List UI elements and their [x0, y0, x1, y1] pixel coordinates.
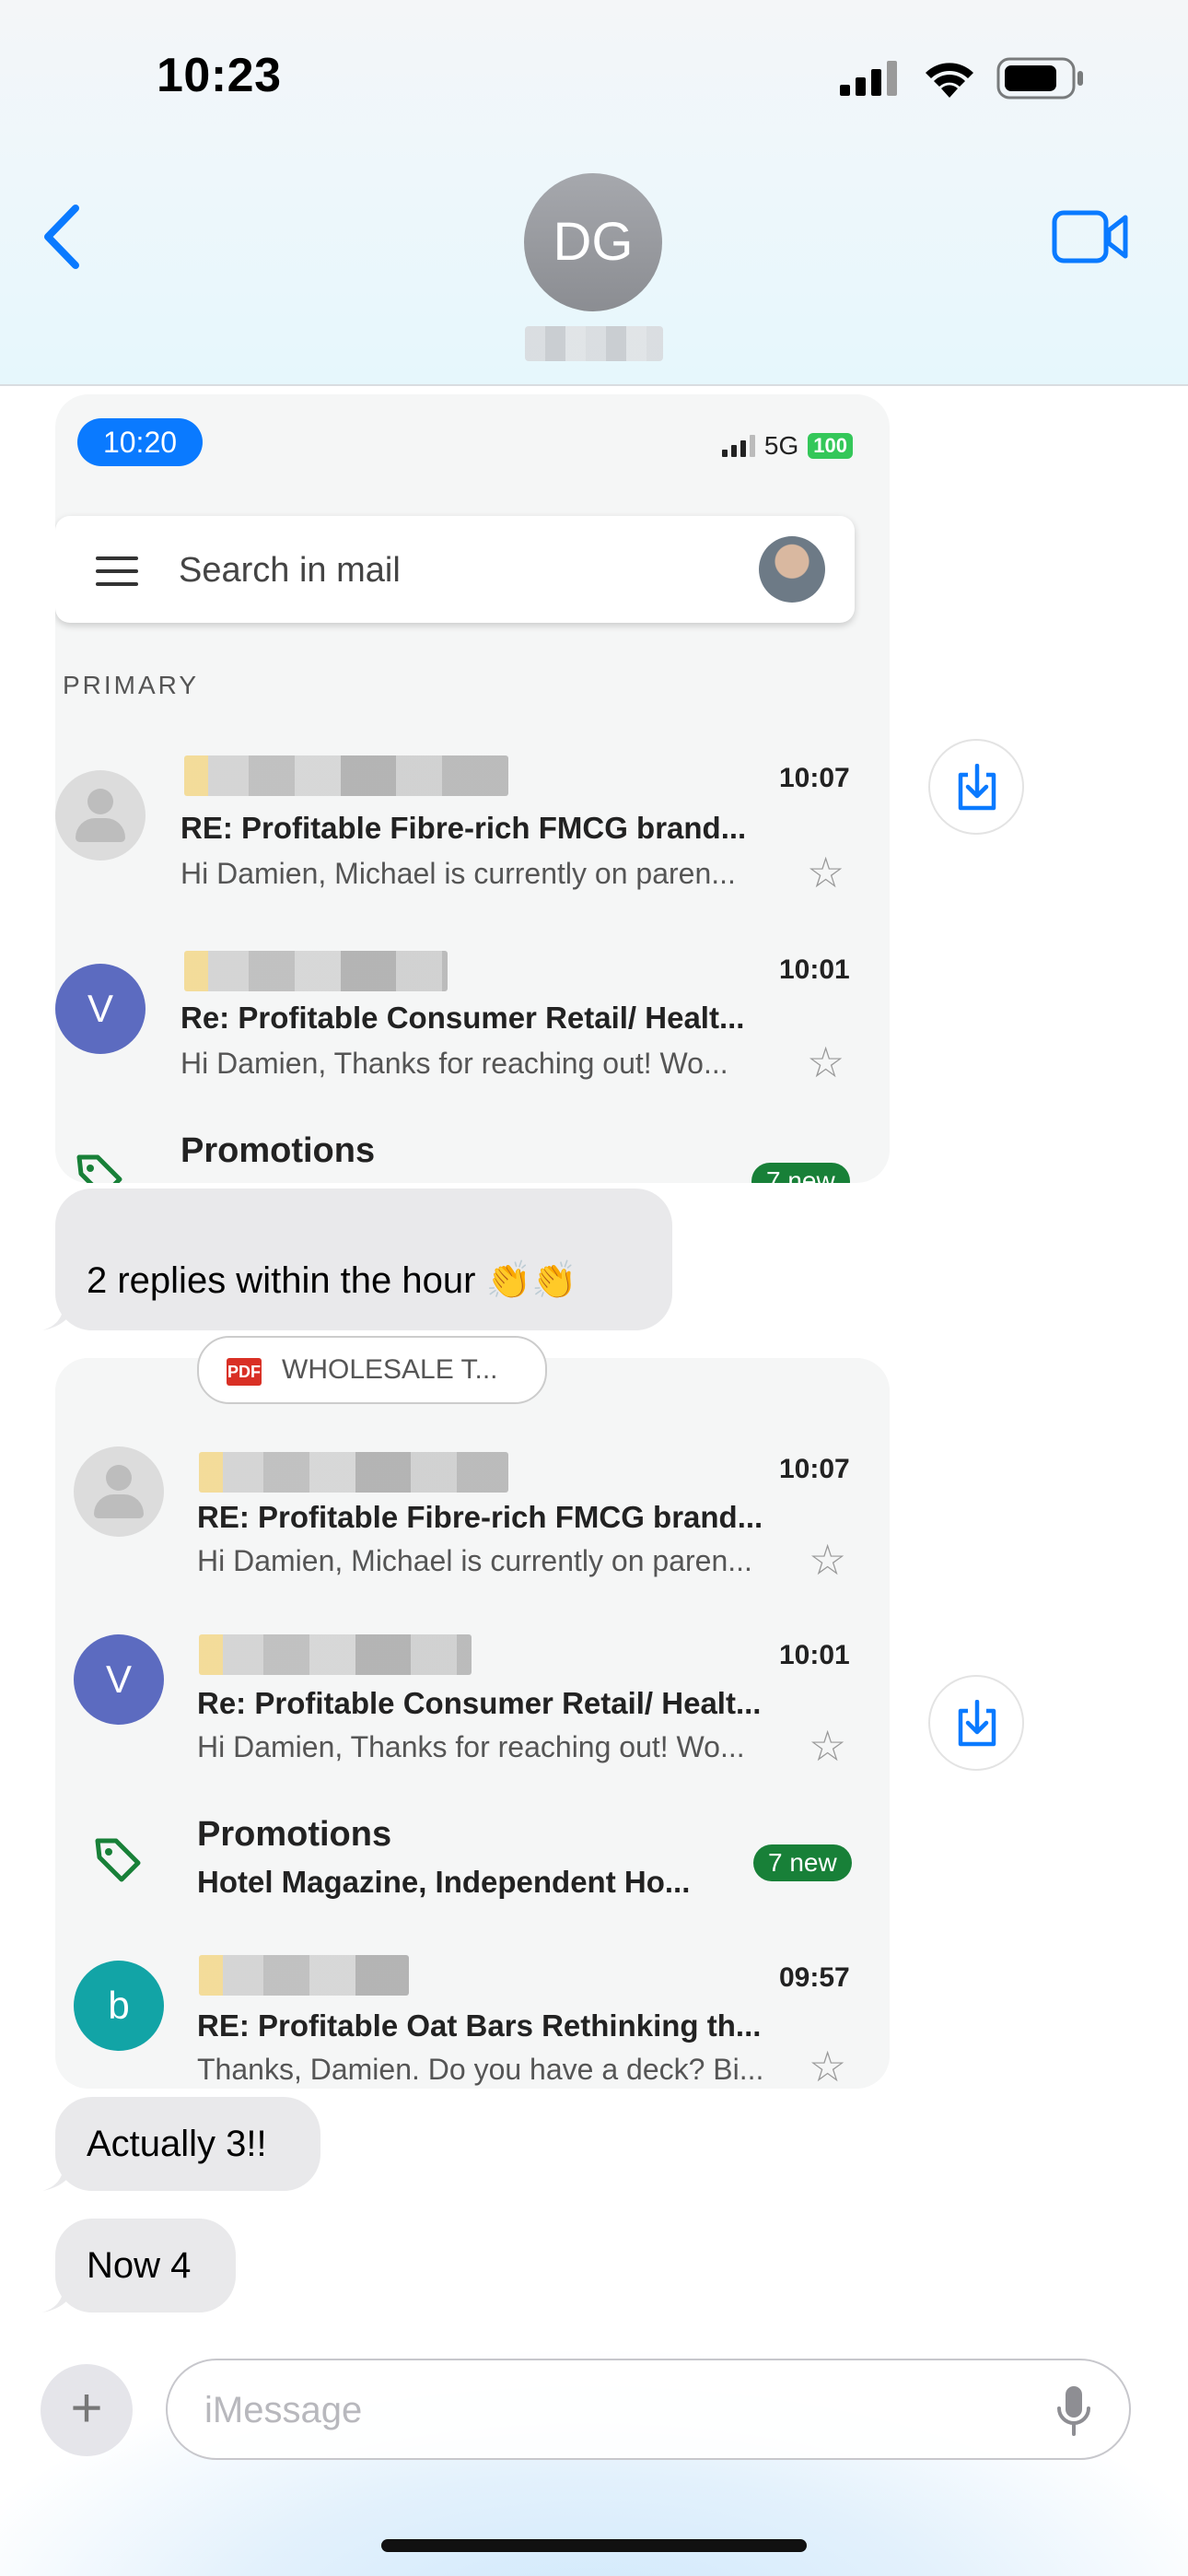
gmail-search-bar: Search in mail	[55, 516, 855, 623]
promotions-new-badge: 7 new	[753, 1844, 852, 1881]
email-preview: Hi Damien, Michael is currently on paren…	[197, 1544, 752, 1577]
bubble-tail	[42, 2158, 79, 2191]
screenshot-signal-icon	[721, 435, 755, 457]
microphone-icon[interactable]	[1055, 2384, 1092, 2442]
email-preview: Hi Damien, Michael is currently on paren…	[181, 857, 736, 890]
promotions-tag-icon	[76, 1152, 123, 1183]
cellular-signal-icon	[840, 61, 901, 100]
message-text: Now 4	[87, 2245, 192, 2286]
star-icon: ☆	[809, 1536, 847, 1584]
message-text: 2 replies within the hour 👏👏	[87, 1260, 578, 1301]
sender-name-redacted	[199, 1452, 508, 1493]
received-message-bubble[interactable]: Actually 3!!	[42, 2097, 320, 2191]
star-icon: ☆	[809, 1722, 847, 1770]
email-preview: Hi Damien, Thanks for reaching out! Wo..…	[181, 1047, 728, 1080]
bubble-tail	[42, 1297, 79, 1330]
sender-avatar: V	[74, 1634, 164, 1725]
star-icon: ☆	[807, 849, 845, 896]
screenshot-status-indicators: 5G 100	[721, 431, 853, 461]
generic-person-avatar-icon	[55, 770, 146, 861]
status-bar-time: 10:23	[157, 49, 282, 102]
facetime-video-icon[interactable]	[1052, 210, 1129, 268]
email-time: 10:07	[779, 763, 850, 793]
save-image-button[interactable]	[928, 739, 1024, 835]
pdf-attachment-name: WHOLESALE T...	[282, 1354, 498, 1385]
primary-section-label: PRIMARY	[63, 671, 200, 699]
save-image-button[interactable]	[928, 1675, 1024, 1771]
received-message-bubble[interactable]: 2 replies within the hour 👏👏	[42, 1188, 672, 1330]
image-attachment-gmail-screenshot-1[interactable]: 10:20 5G 100 Search in mail PRIMARY 10:0…	[55, 394, 890, 1183]
email-subject: RE: Profitable Oat Bars Rethinking th...	[197, 2008, 762, 2043]
contact-name-redacted[interactable]	[525, 326, 663, 361]
email-row: V 10:01 Re: Profitable Consumer Retail/ …	[55, 1631, 890, 1806]
pdf-attachment-chip: PDF WHOLESALE T...	[197, 1336, 547, 1404]
received-message-bubble[interactable]: Now 4	[42, 2219, 236, 2313]
email-time: 09:57	[779, 1962, 850, 1993]
sender-name-redacted	[199, 1955, 409, 1996]
screenshot-battery-level: 100	[808, 433, 853, 459]
download-tray-icon	[958, 764, 996, 811]
back-chevron-icon[interactable]	[41, 205, 81, 274]
promotions-tag-icon	[94, 1835, 142, 1888]
email-preview: Thanks, Damien. Do you have a deck? Bi..…	[197, 2053, 764, 2086]
promotions-senders: Hotel Magazine, Independent Ho...	[197, 1865, 691, 1899]
generic-person-avatar-icon	[74, 1446, 164, 1537]
promotions-new-badge: 7 new	[751, 1163, 850, 1183]
screenshot-status-time: 10:20	[77, 418, 203, 466]
email-row: V 10:01 Re: Profitable Consumer Retail/ …	[55, 940, 890, 1115]
gmail-search-placeholder: Search in mail	[179, 551, 401, 590]
email-subject: Re: Profitable Consumer Retail/ Healt...	[197, 1686, 762, 1720]
screenshot-network-label: 5G	[763, 431, 799, 460]
star-icon: ☆	[807, 1038, 845, 1086]
email-subject: RE: Profitable Fibre-rich FMCG brand...	[181, 811, 747, 845]
hamburger-menu-icon	[96, 556, 138, 595]
message-text: Actually 3!!	[87, 2124, 267, 2164]
apps-plus-button[interactable]: +	[41, 2364, 133, 2456]
imessage-placeholder: iMessage	[204, 2390, 363, 2430]
screenshot-2-clip: 10:07 RE: Profitable Fibre-rich FMCG bra…	[55, 1358, 890, 2089]
sender-name-redacted	[199, 1634, 472, 1675]
home-indicator	[381, 2539, 807, 2552]
battery-icon	[996, 57, 1085, 104]
promotions-title: Promotions	[197, 1815, 392, 1854]
email-time: 10:07	[779, 1454, 850, 1484]
email-row: 10:07 RE: Profitable Fibre-rich FMCG bra…	[55, 750, 890, 925]
email-row: 10:07 RE: Profitable Fibre-rich FMCG bra…	[55, 1446, 890, 1622]
sender-avatar: b	[74, 1961, 164, 2051]
gmail-profile-avatar	[759, 536, 825, 603]
email-subject: RE: Profitable Fibre-rich FMCG brand...	[197, 1500, 763, 1534]
email-row: b 09:57 RE: Profitable Oat Bars Rethinki…	[55, 1948, 890, 2089]
wifi-icon	[921, 55, 978, 102]
email-time: 10:01	[779, 1640, 850, 1670]
sender-name-redacted	[184, 755, 508, 796]
sender-avatar: V	[55, 964, 146, 1054]
email-preview: Hi Damien, Thanks for reaching out! Wo..…	[197, 1730, 745, 1763]
star-icon: ☆	[809, 2043, 847, 2089]
bubble-tail	[42, 2279, 79, 2313]
pdf-icon: PDF	[227, 1358, 262, 1386]
email-time: 10:01	[779, 954, 850, 985]
sender-name-redacted	[184, 951, 448, 991]
email-subject: Re: Profitable Consumer Retail/ Healt...	[181, 1001, 745, 1035]
image-attachment-gmail-screenshot-2[interactable]: 10:07 RE: Profitable Fibre-rich FMCG bra…	[55, 1336, 890, 2089]
imessage-input[interactable]: iMessage	[166, 2359, 1131, 2460]
contact-avatar[interactable]: DG	[524, 173, 662, 311]
promotions-title: Promotions	[181, 1131, 376, 1170]
download-tray-icon	[958, 1700, 996, 1747]
